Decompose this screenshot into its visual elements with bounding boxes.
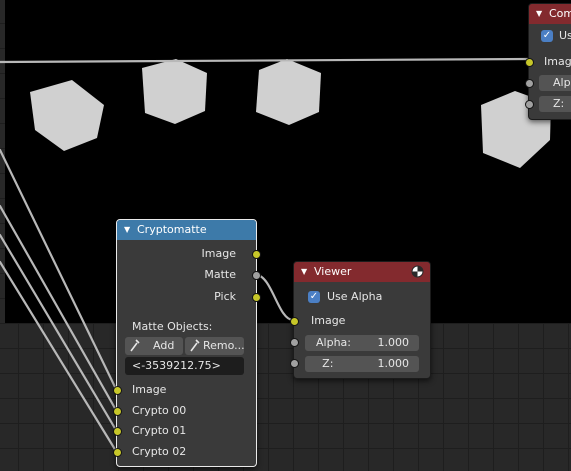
alpha-value: 1.000 bbox=[377, 336, 410, 349]
viewer-node-title: Viewer bbox=[314, 265, 352, 278]
viewer-active-icon[interactable] bbox=[411, 265, 424, 282]
add-matte-label: Add bbox=[153, 339, 175, 352]
use-alpha-label: Use Alpha bbox=[327, 290, 383, 303]
remove-matte-button[interactable]: Remo... bbox=[185, 337, 244, 355]
eyedropper-icon bbox=[189, 337, 201, 355]
output-label-pick: Pick bbox=[214, 290, 236, 303]
alpha-field[interactable]: Alpha: 1.000 bbox=[305, 335, 419, 351]
cryptomatte-node-header[interactable]: ▼ Cryptomatte bbox=[117, 220, 256, 240]
node-links bbox=[0, 57, 530, 453]
input-label-image: Image bbox=[544, 55, 571, 68]
alpha-label: Alph bbox=[553, 76, 571, 89]
input-socket-z[interactable] bbox=[525, 100, 534, 109]
input-label-crypto-00: Crypto 00 bbox=[132, 404, 187, 417]
input-socket-alpha[interactable] bbox=[525, 79, 534, 88]
output-socket-image[interactable] bbox=[252, 250, 261, 259]
composite-node-title: Com bbox=[549, 7, 571, 20]
alpha-field[interactable]: Alph bbox=[539, 75, 571, 91]
matte-id-field[interactable]: <-3539212.75> bbox=[125, 357, 244, 375]
output-socket-pick[interactable] bbox=[252, 293, 261, 302]
link-matte-to-viewer bbox=[254, 273, 295, 322]
z-label: Z: bbox=[322, 357, 334, 370]
matte-objects-label: Matte Objects: bbox=[132, 320, 213, 333]
viewer-node[interactable]: ▼ Viewer ✓ Use Alpha Image Alpha: 1.000 … bbox=[290, 261, 431, 379]
link-to-crypto-image bbox=[0, 148, 118, 391]
cryptomatte-node-title: Cryptomatte bbox=[137, 223, 207, 236]
input-socket-alpha[interactable] bbox=[290, 338, 299, 347]
input-socket-crypto-02[interactable] bbox=[113, 448, 122, 457]
input-label-image: Image bbox=[311, 314, 346, 327]
eyedropper-icon bbox=[129, 337, 141, 355]
input-label-crypto-01: Crypto 01 bbox=[132, 424, 187, 437]
composite-node[interactable]: ▼ Com ✓ Us Image Alph Z: bbox=[525, 3, 571, 120]
input-socket-image[interactable] bbox=[290, 317, 299, 326]
link-to-crypto-02 bbox=[0, 260, 118, 453]
collapse-arrow-icon[interactable]: ▼ bbox=[301, 262, 307, 282]
input-socket-crypto-00[interactable] bbox=[113, 407, 122, 416]
link-to-crypto-00 bbox=[0, 204, 118, 412]
node-editor-canvas[interactable]: ▼ Cryptomatte Image Matte Pick Matte Obj… bbox=[0, 0, 571, 471]
z-field[interactable]: Z: 1.000 bbox=[305, 356, 419, 372]
add-matte-button[interactable]: Add bbox=[125, 337, 183, 355]
z-field[interactable]: Z: bbox=[539, 96, 571, 112]
use-alpha-label: Us bbox=[559, 29, 571, 42]
use-alpha-checkbox[interactable]: ✓ bbox=[541, 30, 553, 42]
input-socket-image[interactable] bbox=[113, 386, 122, 395]
collapse-arrow-icon[interactable]: ▼ bbox=[536, 4, 542, 24]
output-label-image: Image bbox=[201, 247, 236, 260]
collapse-arrow-icon[interactable]: ▼ bbox=[124, 220, 130, 240]
viewer-node-header[interactable]: ▼ Viewer bbox=[294, 262, 430, 282]
link-to-composite-image bbox=[0, 57, 530, 64]
input-socket-image[interactable] bbox=[525, 58, 534, 67]
input-label-image: Image bbox=[132, 383, 167, 396]
composite-node-header[interactable]: ▼ Com bbox=[529, 4, 571, 24]
use-alpha-checkbox[interactable]: ✓ bbox=[308, 291, 320, 303]
cryptomatte-node[interactable]: ▼ Cryptomatte Image Matte Pick Matte Obj… bbox=[113, 219, 261, 467]
z-label: Z: bbox=[553, 97, 565, 110]
output-label-matte: Matte bbox=[204, 268, 236, 281]
input-socket-z[interactable] bbox=[290, 359, 299, 368]
alpha-label: Alpha: bbox=[316, 336, 351, 349]
remove-matte-label: Remo... bbox=[203, 339, 244, 352]
z-value: 1.000 bbox=[377, 357, 410, 370]
input-socket-crypto-01[interactable] bbox=[113, 427, 122, 436]
output-socket-matte[interactable] bbox=[252, 271, 261, 280]
link-to-crypto-01 bbox=[0, 233, 118, 432]
input-label-crypto-02: Crypto 02 bbox=[132, 445, 187, 458]
